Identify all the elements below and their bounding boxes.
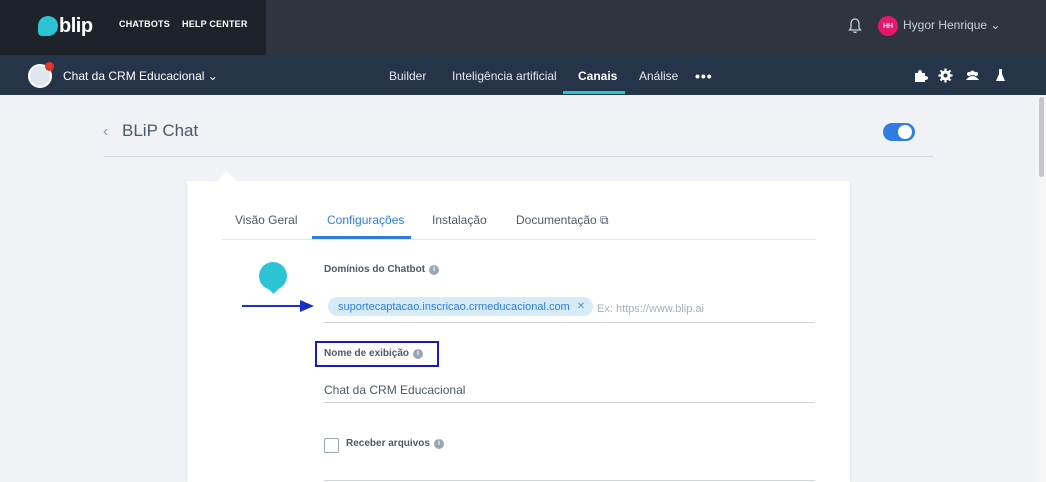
tabs-divider <box>222 239 816 240</box>
domains-input[interactable]: Ex: https://www.blip.ai <box>597 303 704 315</box>
domain-chip[interactable]: suportecaptacao.inscricao.crmeducacional… <box>328 297 594 316</box>
tab-builder[interactable]: Builder <box>389 69 426 83</box>
tab-analise[interactable]: Análise <box>639 69 678 83</box>
bot-selector[interactable]: Chat da CRM Educacional ⌄ <box>63 69 218 83</box>
annotation-arrow-head <box>300 300 314 312</box>
tab-instalacao[interactable]: Instalação <box>432 213 487 227</box>
tab-documentacao[interactable]: Documentação ⧉ <box>516 213 609 228</box>
info-icon[interactable]: i <box>429 264 440 275</box>
header-divider <box>104 156 933 157</box>
tab-visao-geral[interactable]: Visão Geral <box>235 213 297 227</box>
display-name-label: Nome de exibição i <box>324 348 424 359</box>
tab-canais[interactable]: Canais <box>578 69 617 83</box>
bot-status-dot <box>45 62 54 71</box>
info-icon[interactable]: i <box>433 438 444 449</box>
user-menu[interactable]: Hygor Henrique ⌄ <box>903 18 1000 32</box>
blip-logo[interactable]: blip <box>38 13 93 39</box>
users-icon[interactable] <box>965 68 980 83</box>
back-icon[interactable]: ‹ <box>103 123 108 141</box>
nav-help-center[interactable]: HELP CENTER <box>182 19 248 29</box>
info-icon[interactable]: i <box>413 348 424 359</box>
scrollbar-thumb[interactable] <box>1039 97 1044 177</box>
tab-inteligencia-artificial[interactable]: Inteligência artificial <box>452 69 557 83</box>
tab-configuracoes[interactable]: Configurações <box>327 213 404 227</box>
receive-files-checkbox[interactable] <box>324 438 339 453</box>
display-name-input[interactable]: Chat da CRM Educacional <box>324 383 465 397</box>
blip-logo-icon <box>38 16 58 36</box>
user-avatar[interactable]: HH <box>878 16 898 36</box>
toggle-knob <box>898 125 912 139</box>
gear-icon[interactable] <box>938 68 953 83</box>
more-menu-button[interactable]: ••• <box>695 68 713 84</box>
domains-input-underline <box>324 322 815 323</box>
page-title: BLiP Chat <box>122 121 199 140</box>
bell-icon[interactable] <box>848 18 862 34</box>
remove-chip-icon[interactable]: ✕ <box>577 301 585 312</box>
receive-files-label: Receber arquivos i <box>346 438 444 449</box>
display-name-underline <box>324 402 815 403</box>
annotation-arrow-line <box>242 305 302 307</box>
puzzle-icon[interactable] <box>913 68 928 83</box>
domains-label: Domínios do Chatbot i <box>324 264 440 275</box>
section-divider <box>324 480 815 481</box>
active-tab-indicator <box>563 91 625 94</box>
flask-icon[interactable] <box>993 68 1008 83</box>
nav-chatbots[interactable]: CHATBOTS <box>119 19 170 29</box>
